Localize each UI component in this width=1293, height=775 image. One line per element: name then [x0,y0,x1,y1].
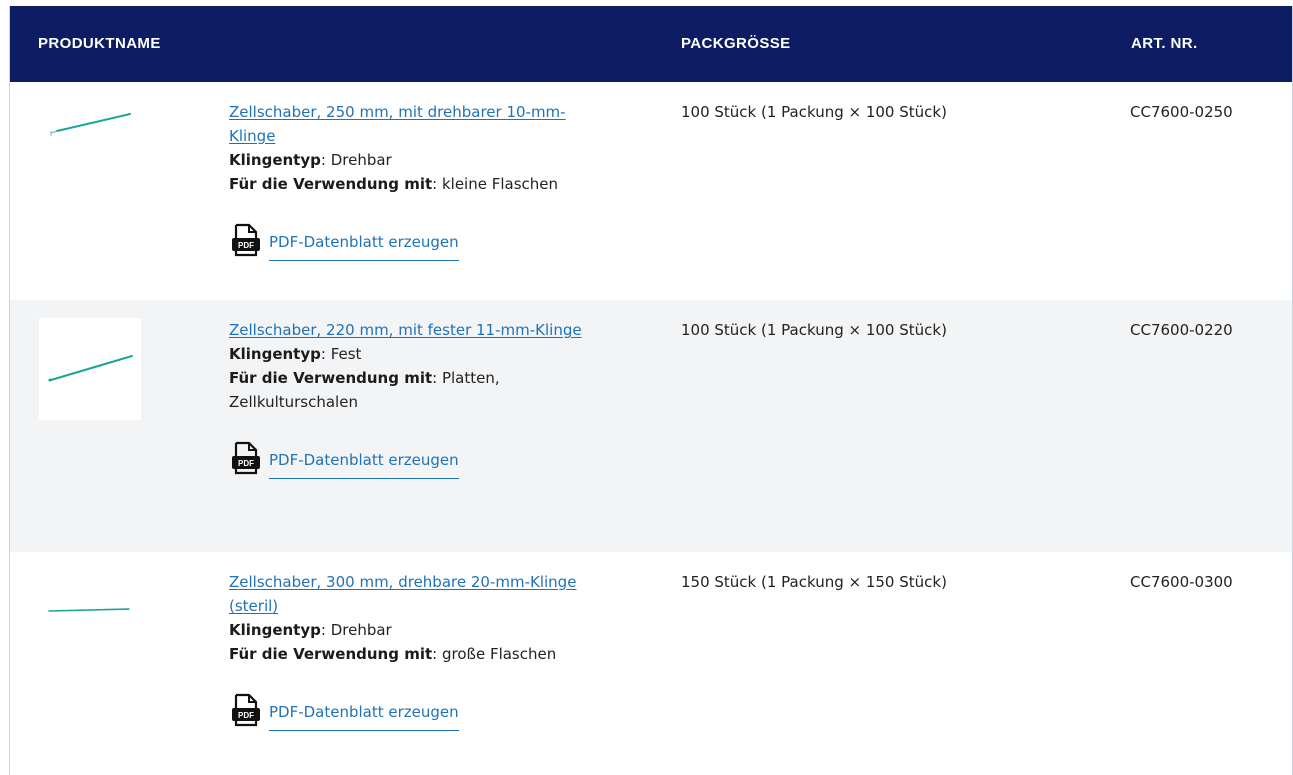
pdf-link-label[interactable]: PDF-Datenblatt erzeugen [269,700,459,731]
usage-line: Für die Verwendung mit: Platten, Zellkul… [229,366,569,414]
table-row: Zellschaber, 300 mm, drehbare 20-mm-Klin… [10,552,1292,775]
table-header: PRODUKTNAME PACKGRÖSSE ART. NR. [10,6,1292,82]
svg-text:PDF: PDF [238,711,254,720]
blade-type-line: Klingentyp: Drehbar [229,148,649,172]
blade-type-value: : Fest [320,345,362,363]
product-thumbnail[interactable] [39,318,141,420]
product-thumbnail[interactable] [39,570,141,672]
pdf-datasheet-link[interactable]: PDF PDF-Datenblatt erzeugen [229,218,519,262]
product-info: Zellschaber, 220 mm, mit fester 11-mm-Kl… [229,318,649,480]
cell-scraper-image [50,113,131,136]
pack-size-cell: 100 Stück (1 Packung × 100 Stück) [681,321,947,339]
usage-value: : kleine Flaschen [432,175,559,193]
usage-line: Für die Verwendung mit: kleine Flaschen [229,172,649,196]
usage-label: Für die Verwendung mit [229,369,433,387]
cell-scraper-image [48,355,133,382]
blade-type-value: : Drehbar [320,621,392,639]
article-number-cell: CC7600-0220 [1130,321,1233,339]
pack-size-cell: 150 Stück (1 Packung × 150 Stück) [681,573,947,591]
pdf-datasheet-link[interactable]: PDF PDF-Datenblatt erzeugen [229,688,519,732]
usage-line: Für die Verwendung mit: große Flaschen [229,642,649,666]
blade-type-value: : Drehbar [320,151,392,169]
pack-size-cell: 100 Stück (1 Packung × 100 Stück) [681,103,947,121]
blade-type-label: Klingentyp [229,621,321,639]
pdf-document-icon: PDF [232,441,260,475]
blade-type-line: Klingentyp: Fest [229,342,649,366]
product-info: Zellschaber, 300 mm, drehbare 20-mm-Klin… [229,570,649,732]
pdf-document-icon: PDF [232,223,260,257]
product-name-link[interactable]: Zellschaber, 250 mm, mit drehbarer 10-mm… [229,100,609,148]
product-name-link[interactable]: Zellschaber, 300 mm, drehbare 20-mm-Klin… [229,570,609,618]
blade-type-label: Klingentyp [229,345,321,363]
usage-label: Für die Verwendung mit [229,175,433,193]
header-article-number[interactable]: ART. NR. [1131,34,1198,54]
product-thumbnail[interactable] [39,100,141,202]
cell-scraper-image [48,608,130,612]
product-name-link[interactable]: Zellschaber, 220 mm, mit fester 11-mm-Kl… [229,318,609,342]
table-row: Zellschaber, 220 mm, mit fester 11-mm-Kl… [10,300,1292,552]
blade-type-line: Klingentyp: Drehbar [229,618,649,642]
table-row: Zellschaber, 250 mm, mit drehbarer 10-mm… [10,82,1292,300]
product-table: PRODUKTNAME PACKGRÖSSE ART. NR. Zellscha… [9,6,1293,775]
pdf-document-icon: PDF [232,693,260,727]
header-product-name[interactable]: PRODUKTNAME [38,34,161,54]
article-number-cell: CC7600-0300 [1130,573,1233,591]
usage-label: Für die Verwendung mit [229,645,433,663]
pdf-link-label[interactable]: PDF-Datenblatt erzeugen [269,230,459,261]
blade-type-label: Klingentyp [229,151,321,169]
header-pack-size[interactable]: PACKGRÖSSE [681,34,791,54]
pdf-link-label[interactable]: PDF-Datenblatt erzeugen [269,448,459,479]
pdf-datasheet-link[interactable]: PDF PDF-Datenblatt erzeugen [229,436,519,480]
product-info: Zellschaber, 250 mm, mit drehbarer 10-mm… [229,100,649,262]
article-number-cell: CC7600-0250 [1130,103,1233,121]
svg-text:PDF: PDF [238,459,254,468]
usage-value: : große Flaschen [432,645,557,663]
svg-text:PDF: PDF [238,241,254,250]
